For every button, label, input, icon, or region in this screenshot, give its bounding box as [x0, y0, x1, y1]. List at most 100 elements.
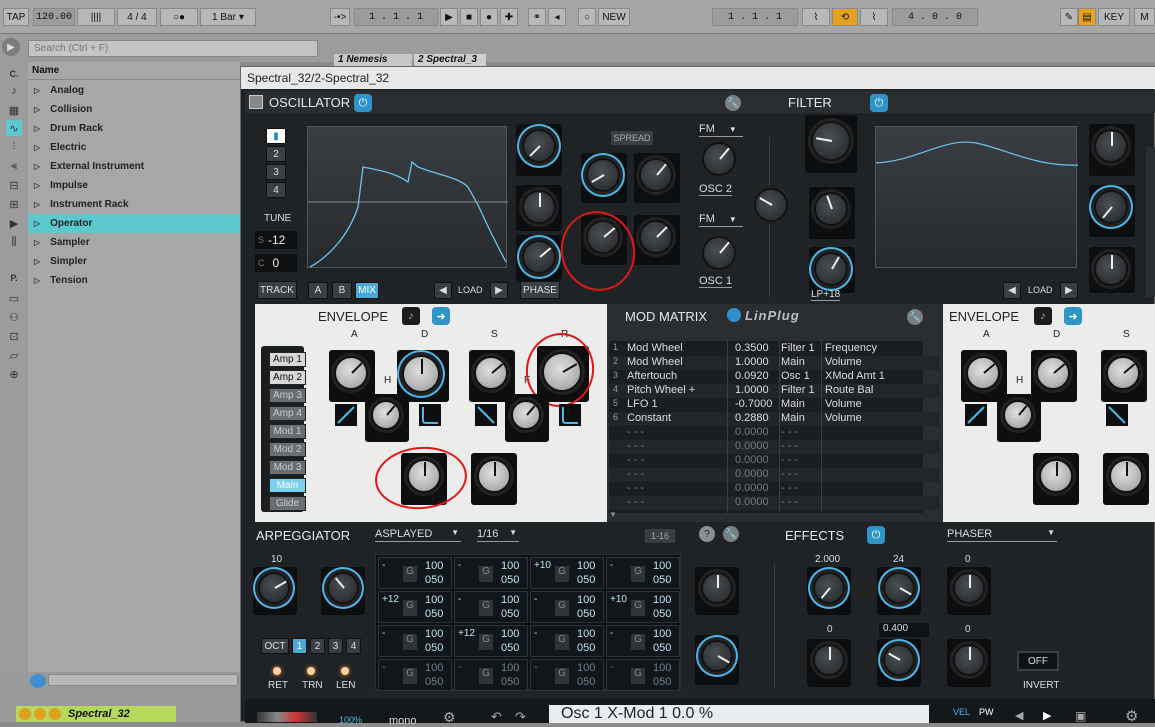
preset-display[interactable]: Osc 1 X-Mod 1 0.0 % — [549, 705, 929, 723]
track-power-icon[interactable] — [19, 708, 31, 720]
arp-velocity[interactable]: 100 — [425, 628, 443, 640]
arp-step[interactable]: - G 100 050 — [454, 659, 528, 691]
sounds-icon[interactable]: ♪ — [6, 83, 22, 99]
arp-transpose[interactable]: - — [610, 628, 613, 639]
effects-power-icon[interactable]: ⏻ — [867, 526, 885, 544]
env-fall-knob[interactable] — [511, 400, 541, 430]
arp-length[interactable]: 050 — [653, 642, 671, 654]
user-library-icon[interactable]: ⚇ — [6, 309, 22, 325]
mod-matrix-wrench-icon[interactable]: 🔧 — [907, 309, 923, 325]
arp-velocity[interactable]: 100 — [425, 560, 443, 572]
mod-matrix-row[interactable]: 2 Mod Wheel 1.0000 Main Volume — [609, 356, 939, 370]
arp-velocity[interactable]: 100 — [501, 594, 519, 606]
arp-step[interactable]: - G 100 050 — [606, 659, 680, 691]
browser-item[interactable]: ▷ External Instrument — [28, 157, 240, 176]
mod-matrix-row[interactable]: - - - 0.0000 - - - — [609, 440, 939, 454]
browser-item[interactable]: ▷ Collision — [28, 100, 240, 119]
add-icon[interactable]: ✚ — [500, 8, 518, 26]
song-position[interactable]: 1 . 1 . 1 — [354, 8, 438, 26]
arp-velocity[interactable]: 100 — [577, 662, 595, 674]
track-hotswap-icon[interactable] — [34, 708, 46, 720]
arp-gate-toggle[interactable]: G — [479, 634, 493, 650]
semitone-field[interactable]: S -12 — [255, 231, 297, 249]
pw-label[interactable]: PW — [979, 707, 994, 717]
arp-transpose[interactable]: - — [382, 662, 385, 673]
midi-map-button[interactable]: M — [1134, 8, 1155, 26]
arp-step[interactable]: +10 G 100 050 — [606, 591, 680, 623]
browser-item[interactable]: ▷ Instrument Rack — [28, 195, 240, 214]
arp-step[interactable]: - G 100 050 — [606, 625, 680, 657]
filter-drive-knob[interactable] — [754, 188, 788, 222]
arp-length[interactable]: 050 — [425, 676, 443, 688]
arp-length[interactable]: 050 — [425, 642, 443, 654]
wave-b-button[interactable]: B — [332, 282, 352, 299]
arp-gate-toggle[interactable]: G — [403, 634, 417, 650]
play-icon[interactable]: ▶ — [440, 8, 458, 26]
packs-icon[interactable]: ▭ — [6, 290, 22, 306]
arp-length[interactable]: 050 — [577, 608, 595, 620]
arp-velocity[interactable]: 100 — [577, 560, 595, 572]
mod-parameter[interactable]: Route Bal — [825, 384, 873, 396]
load-next-icon[interactable]: ▶ — [490, 282, 508, 299]
cent-field[interactable]: C0 — [255, 254, 297, 272]
mod-source[interactable]: - - - — [627, 468, 644, 480]
mod-amount[interactable]: 0.2880 — [735, 412, 769, 424]
plugin-title[interactable]: Spectral_32/2-Spectral_32 — [241, 67, 1155, 89]
pencil-icon[interactable]: ✎ — [1060, 8, 1078, 26]
arp-gate-toggle[interactable]: G — [631, 668, 645, 684]
arp-transpose[interactable]: - — [534, 662, 537, 673]
tab-track-2[interactable]: 2 Spectral_3 — [414, 54, 486, 66]
automation-icon[interactable]: ⚭ — [528, 8, 546, 26]
next-preset-icon[interactable]: ▶ — [1043, 709, 1055, 722]
mod-amount[interactable]: 0.0000 — [735, 454, 769, 466]
mod-destination[interactable]: - - - — [781, 454, 798, 466]
fm-amount-knob-2[interactable] — [702, 236, 736, 270]
mod-matrix-row[interactable]: - - - 0.0000 - - - — [609, 454, 939, 468]
mod-source[interactable]: - - - — [627, 454, 644, 466]
invert-off-button[interactable]: OFF — [1017, 651, 1059, 671]
waveform-display[interactable] — [307, 126, 508, 268]
arp-length[interactable]: 050 — [425, 608, 443, 620]
mod-source[interactable]: - - - — [627, 440, 644, 452]
envelope-target-button[interactable]: Mod 2 — [269, 442, 306, 457]
filter-type-select[interactable]: LP+18 — [811, 289, 841, 301]
arp-length[interactable]: 050 — [577, 642, 595, 654]
arp-gate-toggle[interactable]: G — [555, 668, 569, 684]
env2-sync-icon[interactable]: ➜ — [1064, 307, 1082, 325]
osc1-source[interactable]: OSC 1 — [699, 275, 733, 288]
mod-destination[interactable]: - - - — [781, 426, 798, 438]
key-map-button[interactable]: KEY — [1098, 8, 1130, 26]
expand-triangle-icon[interactable]: ▷ — [34, 162, 40, 171]
arp-step[interactable]: - G 100 050 — [606, 557, 680, 589]
mod-matrix-row[interactable]: 3 Aftertouch 0.0920 Osc 1 XMod Amt 1 — [609, 370, 939, 384]
arp-gate-toggle[interactable]: G — [403, 566, 417, 582]
arp-transpose[interactable]: +10 — [534, 560, 551, 571]
arp-length[interactable]: 050 — [653, 676, 671, 688]
plugins-icon[interactable]: ⊞ — [6, 196, 22, 212]
redo-icon[interactable]: ↷ — [515, 709, 529, 724]
arp-step[interactable]: +10 G 100 050 — [530, 557, 604, 589]
folder-icon[interactable]: ▱ — [6, 347, 22, 363]
follow-button[interactable]: -•> — [330, 8, 350, 26]
mod-amount[interactable]: 0.0000 — [735, 468, 769, 480]
arp-velocity[interactable]: 100 — [653, 662, 671, 674]
octave-button[interactable]: 2 — [310, 638, 325, 654]
octave-button[interactable]: 1 — [292, 638, 307, 654]
mod-source[interactable]: - - - — [627, 426, 644, 438]
env2-sustain-curve-icon[interactable] — [1106, 404, 1128, 426]
arp-transpose[interactable]: - — [458, 662, 461, 673]
env-sustain-knob[interactable] — [474, 356, 508, 390]
envelope-target-button[interactable]: Amp 4 — [269, 406, 306, 421]
phaser-feedback-knob[interactable] — [953, 572, 985, 604]
current-project-icon[interactable]: ⊡ — [6, 328, 22, 344]
arp-gate-toggle[interactable]: G — [479, 600, 493, 616]
wave-a-button[interactable]: A — [308, 282, 328, 299]
loop-length[interactable]: 4 . 0 . 0 — [892, 8, 978, 26]
mod-destination[interactable]: - - - — [781, 440, 798, 452]
mod-parameter[interactable]: Volume — [825, 398, 862, 410]
arp-length[interactable]: 050 — [577, 574, 595, 586]
mod-matrix-row[interactable]: - - - 0.0000 - - - — [609, 496, 939, 510]
arp-velocity[interactable]: 100 — [577, 628, 595, 640]
arp-step[interactable]: - G 100 050 — [530, 591, 604, 623]
mod-matrix-row[interactable]: - - - 0.0000 - - - — [609, 468, 939, 482]
